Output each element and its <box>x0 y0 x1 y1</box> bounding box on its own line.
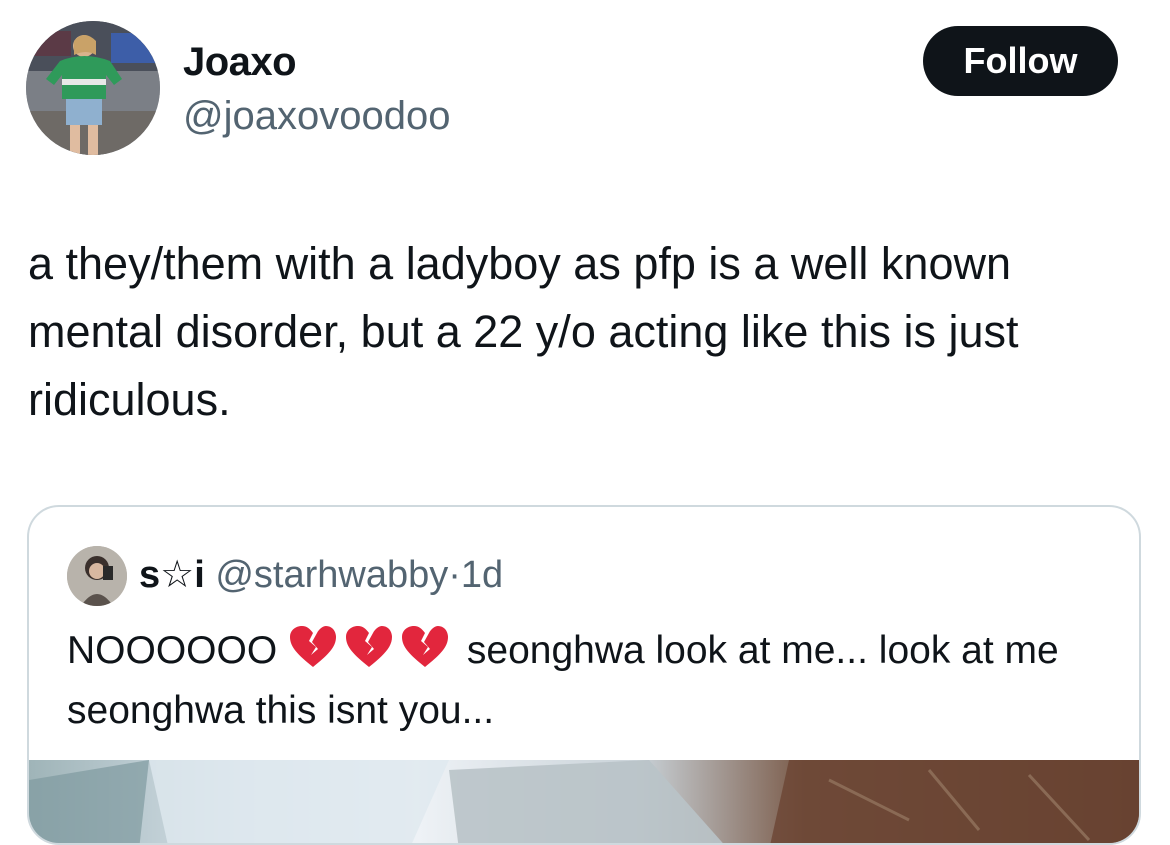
quoted-text: NOOOOOO seonghwa look at me... look at m… <box>67 621 1107 741</box>
quoted-separator: · <box>448 554 461 596</box>
broken-heart-icon <box>346 626 393 667</box>
quoted-handle[interactable]: @starhwabby <box>215 554 448 596</box>
author-handle[interactable]: @joaxovoodoo <box>183 94 450 139</box>
quoted-timestamp[interactable]: 1d <box>461 554 503 596</box>
quoted-media-image[interactable] <box>29 760 1139 843</box>
tweet-text: a they/them with a ladyboy as pfp is a w… <box>28 238 1019 425</box>
follow-button[interactable]: Follow <box>923 26 1118 96</box>
quoted-header: s☆i @starhwabby·1d <box>139 551 503 599</box>
quoted-display-name[interactable]: s☆i <box>139 554 205 596</box>
broken-heart-icon <box>290 626 337 667</box>
quoted-text-start: NOOOOOO <box>67 629 278 672</box>
quoted-author-avatar[interactable] <box>67 546 127 606</box>
broken-heart-icon <box>402 626 449 667</box>
author-avatar[interactable] <box>26 21 160 155</box>
quoted-tweet-card[interactable]: s☆i @starhwabby·1d NOOOOOO seonghwa look… <box>27 505 1141 845</box>
author-display-name[interactable]: Joaxo <box>183 40 297 85</box>
